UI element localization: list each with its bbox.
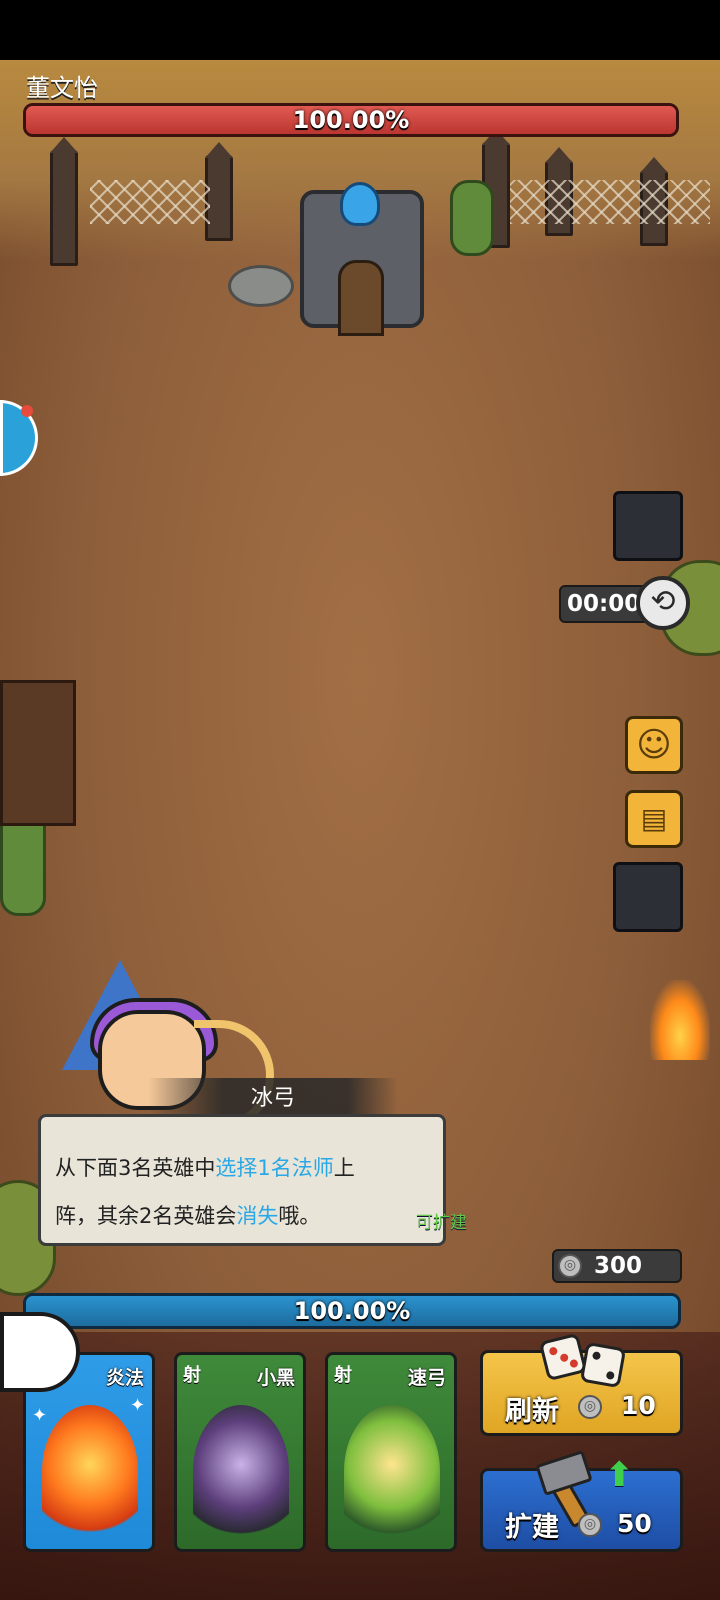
dialog-text: 上 (333, 1156, 355, 1180)
empty-slot-top[interactable] (613, 491, 683, 561)
stone-slab (228, 265, 294, 307)
dialog-text: 从下面3名英雄中 (55, 1156, 216, 1180)
hero-name: 炎法 (105, 1367, 144, 1389)
fire-mage-portrait (42, 1405, 138, 1537)
spider-web (510, 180, 710, 224)
hero-class-tag: 射 (183, 1365, 201, 1386)
history-icon[interactable]: ⟲ (636, 576, 690, 630)
green-elf-archer-portrait (344, 1405, 440, 1537)
crystal-gem-icon (340, 182, 380, 226)
coin-icon: ◎ (558, 1253, 582, 1278)
coin-icon: ◎ (578, 1395, 602, 1419)
smiley-icon[interactable]: ☺ (625, 716, 683, 774)
dialog-text: 哦。 (278, 1204, 321, 1228)
dialog-text: 阵，其余2名英雄会 (55, 1204, 237, 1228)
fence-stake (50, 137, 78, 266)
status-bar (0, 0, 720, 60)
hero-name: 小黑 (256, 1367, 295, 1389)
boss-hp-bar: 100.00% (23, 103, 679, 137)
boss-name: 董文怡 (26, 74, 98, 102)
hero-card-sugong[interactable]: 射 速弓 (325, 1352, 457, 1552)
boss-hp-text: 100.00% (292, 106, 410, 134)
tutorial-pointer-hand-icon (0, 1312, 80, 1392)
expand-button[interactable]: ⬆ 扩建 ◎ 50 (480, 1450, 683, 1552)
sparkle-icon: ✦ (32, 1405, 48, 1426)
buildable-hint: 可扩建 (416, 1213, 467, 1233)
coin-amount: 300 (594, 1253, 643, 1279)
mana-text: 100.00% (293, 1297, 411, 1325)
coin-counter: ◎ 300 (552, 1249, 682, 1283)
hero-card-xiaohei[interactable]: 射 小黑 (174, 1352, 306, 1552)
chat-bubble-icon[interactable]: ▤ (625, 790, 683, 848)
tower-gate (338, 260, 384, 336)
player-mana-bar: 100.00% (23, 1293, 681, 1329)
dialog-highlight: 消失 (236, 1204, 279, 1228)
empty-slot-bottom[interactable] (613, 862, 683, 932)
up-arrow-icon: ⬆ (605, 1455, 634, 1495)
refresh-button[interactable]: 刷新 ◎ 10 (480, 1332, 683, 1436)
dialog-line-1: 从下面3名英雄中选择1名法师上 (55, 1143, 429, 1193)
sparkle-icon: ✦ (130, 1395, 146, 1416)
hero-class-tag: 射 (334, 1365, 352, 1386)
cactus (450, 180, 494, 256)
dialog-highlight: 选择1名法师 (215, 1156, 334, 1180)
tutorial-dialog[interactable]: 从下面3名英雄中选择1名法师上 阵，其余2名英雄会消失哦。 (38, 1114, 446, 1246)
refresh-cost: 10 (621, 1391, 656, 1420)
dark-elf-portrait (193, 1405, 289, 1537)
wooden-scaffold (0, 680, 76, 826)
expand-cost: 50 (617, 1509, 652, 1538)
coin-icon: ◎ (578, 1513, 602, 1537)
spider-web (90, 180, 210, 224)
speaker-name: 冰弓 (250, 1086, 295, 1111)
dice-icon (579, 1341, 627, 1389)
hero-name: 速弓 (407, 1367, 446, 1389)
refresh-label: 刷新 (505, 1396, 559, 1427)
expand-label: 扩建 (505, 1512, 559, 1543)
campfire (650, 980, 710, 1060)
dialog-line-2: 阵，其余2名英雄会消失哦。 (55, 1191, 429, 1241)
